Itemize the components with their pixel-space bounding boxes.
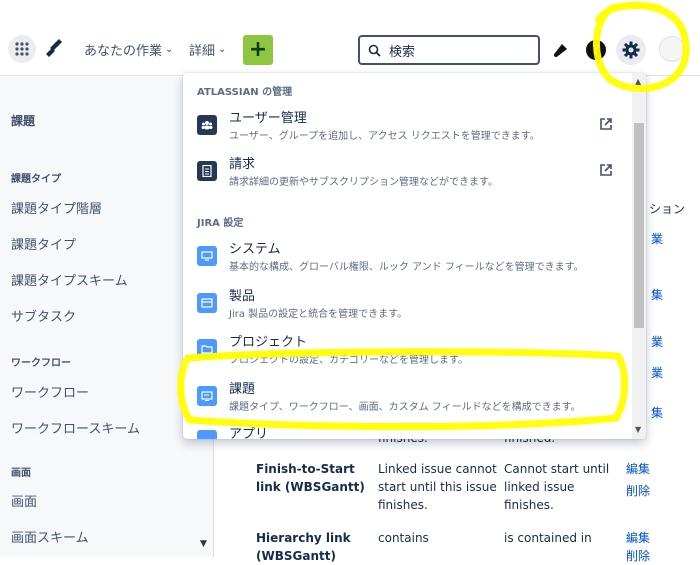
menu-item-issues[interactable]: 課題 課題タイプ、ワークフロー、画面、カスタム フィールドなどを構成できます。: [183, 374, 632, 420]
jira-settings-heading: JIRA 設定: [197, 218, 244, 229]
your-work-menu[interactable]: あなたの作業 ⌄: [84, 40, 173, 59]
sidebar-item-issue-types[interactable]: 課題タイプ: [11, 234, 76, 253]
delete-link[interactable]: 削除: [626, 547, 650, 565]
menu-item-description: 請求詳細の更新やサブスクリプション管理などができます。: [229, 177, 498, 188]
more-menu[interactable]: 詳細 ⌄: [189, 40, 226, 59]
link-type-inward: Cannot start until linked issue finishes…: [504, 462, 610, 512]
delete-link[interactable]: 削除: [626, 482, 650, 500]
search-input[interactable]: 検索: [358, 35, 540, 65]
atlassian-admin-heading: ATLASSIAN の管理: [197, 87, 293, 98]
billing-icon: [197, 161, 217, 181]
menu-item-description: ユーザー、グループを追加し、アクセス リクエストを管理できます。: [229, 131, 540, 142]
link-fragment[interactable]: 業: [651, 230, 663, 248]
products-icon: [197, 293, 217, 313]
link-type-inward: is contained in: [504, 531, 592, 545]
sidebar-title: 課題: [11, 114, 36, 128]
your-work-label: あなたの作業: [84, 44, 163, 59]
menu-item-projects[interactable]: プロジェクト プロジェクトの設定、カテゴリーなどを管理します。: [183, 327, 632, 373]
menu-scrollbar[interactable]: ▲ ▼: [632, 73, 646, 439]
menu-item-description: Jira 製品の設定と統合を管理できます。: [229, 309, 408, 320]
edit-link[interactable]: 編集: [626, 460, 650, 478]
edit-link[interactable]: 編集: [626, 529, 650, 547]
menu-item-title: プロジェクト: [229, 335, 308, 350]
sidebar-section-workflows: ワークフロー: [11, 358, 71, 369]
apps-icon: [197, 430, 217, 439]
link-type-outward: contains: [378, 531, 429, 545]
scroll-up-arrow-icon[interactable]: ▲: [635, 77, 641, 86]
menu-item-title: アプリ: [229, 427, 269, 439]
menu-item-title: 課題: [229, 382, 256, 397]
link-type-name: Hierarchy link (WBSGantt): [256, 531, 351, 563]
menu-item-title: 請求: [229, 157, 256, 172]
help-icon[interactable]: ?: [584, 38, 608, 62]
sidebar: 課題 課題タイプ 課題タイプ階層 課題タイプ 課題タイプスキーム サブタスク ワ…: [0, 77, 214, 557]
users-icon: [197, 115, 217, 135]
top-navigation: あなたの作業 ⌄ 詳細 ⌄ + 検索 ?: [0, 0, 700, 76]
menu-item-title: ユーザー管理: [229, 111, 307, 126]
profile-avatar[interactable]: [659, 36, 685, 62]
menu-item-system[interactable]: システム 基本的な構成、グローバル権限、ルック アンド フィールなどを管理できま…: [183, 234, 632, 280]
sidebar-item-issue-type-schemes[interactable]: 課題タイプスキーム: [11, 270, 128, 289]
external-link-icon: [600, 164, 612, 176]
sidebar-item-issue-type-hierarchy[interactable]: 課題タイプ階層: [11, 198, 102, 217]
scroll-down-arrow-icon[interactable]: ▼: [200, 539, 207, 549]
menu-item-title: システム: [229, 242, 281, 257]
monitor-icon: [197, 246, 217, 266]
settings-gear-icon[interactable]: [616, 35, 646, 65]
sidebar-section-issue-types: 課題タイプ: [11, 174, 61, 185]
menu-item-title: 製品: [229, 289, 256, 304]
jira-logo-icon[interactable]: [42, 38, 64, 60]
create-button[interactable]: +: [243, 35, 273, 65]
sidebar-item-subtasks[interactable]: サブタスク: [11, 306, 76, 325]
external-link-icon: [600, 118, 612, 130]
sidebar-item-screens[interactable]: 画面: [11, 491, 37, 510]
menu-item-description: 課題タイプ、ワークフロー、画面、カスタム フィールドなどを構成できます。: [229, 402, 581, 413]
search-placeholder: 検索: [389, 44, 416, 60]
menu-item-billing[interactable]: 請求 請求詳細の更新やサブスクリプション管理などができます。: [183, 149, 632, 195]
sidebar-item-workflows[interactable]: ワークフロー: [11, 382, 89, 401]
link-type-name: Finish-to-Start link (WBSGantt): [256, 462, 365, 494]
menu-item-user-management[interactable]: ユーザー管理 ユーザー、グループを追加し、アクセス リクエストを管理できます。: [183, 103, 632, 149]
chevron-down-icon: ⌄: [218, 44, 227, 55]
folder-icon: [197, 339, 217, 359]
notifications-icon[interactable]: [548, 38, 572, 62]
column-header-fragment: ション: [649, 202, 686, 216]
sidebar-item-workflow-schemes[interactable]: ワークフロースキーム: [11, 418, 140, 437]
link-fragment[interactable]: 業: [651, 364, 663, 382]
scroll-down-arrow-icon[interactable]: ▼: [635, 425, 641, 434]
chevron-down-icon: ⌄: [165, 44, 174, 55]
link-fragment[interactable]: 集: [651, 404, 663, 422]
menu-item-apps[interactable]: アプリ: [183, 420, 632, 439]
app-switcher-icon[interactable]: [8, 35, 36, 63]
menu-scroll-thumb[interactable]: [634, 123, 644, 328]
link-type-outward: Linked issue cannot start until this iss…: [378, 462, 497, 512]
menu-item-description: プロジェクトの設定、カテゴリーなどを管理します。: [229, 355, 468, 366]
menu-item-description: 基本的な構成、グローバル権限、ルック アンド フィールなどを管理できます。: [229, 262, 584, 273]
link-fragment[interactable]: 集: [651, 286, 663, 304]
settings-dropdown-menu: ATLASSIAN の管理 ユーザー管理 ユーザー、グループを追加し、アクセス …: [183, 73, 646, 439]
link-fragment[interactable]: 業: [651, 333, 663, 351]
sidebar-item-screen-schemes[interactable]: 画面スキーム: [11, 527, 89, 546]
menu-item-products[interactable]: 製品 Jira 製品の設定と統合を管理できます。: [183, 281, 632, 327]
more-label: 詳細: [189, 44, 216, 59]
issues-icon: [197, 386, 217, 406]
search-icon: [368, 44, 381, 57]
sidebar-section-screens: 画面: [11, 468, 31, 479]
